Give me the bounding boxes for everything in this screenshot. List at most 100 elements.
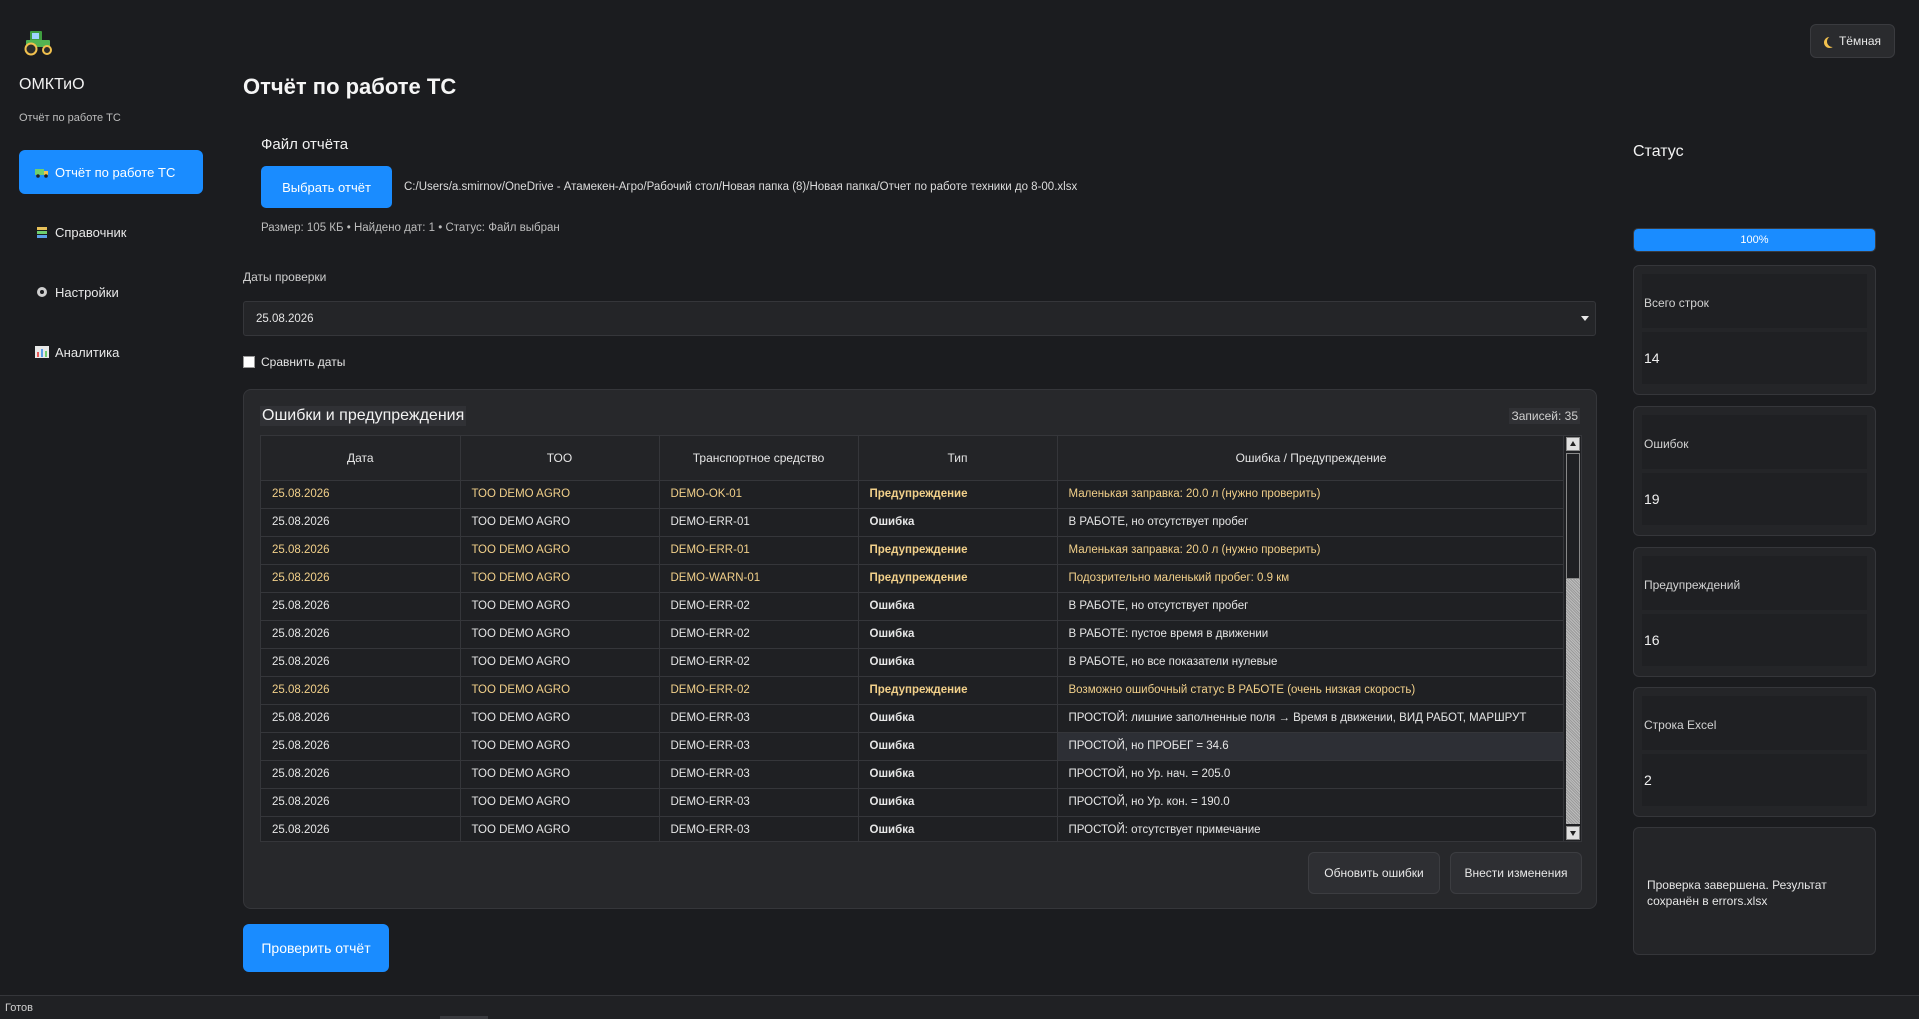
cell-message[interactable]: В РАБОТЕ: пустое время в движении: [1057, 620, 1566, 649]
cell-too[interactable]: ТОО DEMO AGRO: [460, 704, 660, 733]
column-header-date[interactable]: Дата: [261, 436, 461, 481]
table-row[interactable]: 25.08.2026 ТОО DEMO AGRO DEMO-WARN-01 Преду…: [261, 564, 1566, 593]
sidebar-item-directory[interactable]: Справочник: [19, 210, 203, 254]
cell-vehicle[interactable]: DEMO-ERR-03: [659, 704, 859, 733]
table-row[interactable]: 25.08.2026 ТОО DEMO AGRO DEMO-ERR-02 Ошибка…: [261, 620, 1566, 649]
apply-changes-button[interactable]: Внести изменения: [1450, 852, 1582, 894]
choose-report-button[interactable]: Выбрать отчёт: [261, 166, 392, 208]
cell-too[interactable]: ТОО DEMO AGRO: [460, 508, 660, 537]
sidebar-item-analytics[interactable]: Аналитика: [19, 330, 203, 374]
cell-type[interactable]: Ошибка: [858, 816, 1058, 841]
sidebar-item-label: Настройки: [55, 284, 119, 300]
cell-type[interactable]: Предупреждение: [858, 480, 1058, 509]
cell-message[interactable]: ПРОСТОЙ: отсутствует примечание: [1057, 816, 1566, 841]
cell-message[interactable]: ПРОСТОЙ: лишние заполненные поля → Время…: [1057, 704, 1566, 733]
cell-vehicle[interactable]: DEMO-WARN-01: [659, 564, 859, 593]
cell-date[interactable]: 25.08.2026: [261, 676, 461, 705]
cell-too[interactable]: ТОО DEMO AGRO: [460, 480, 660, 509]
table-row[interactable]: 25.08.2026 ТОО DEMO AGRO DEMO-ERR-03 Ошибка…: [261, 788, 1566, 817]
scroll-down-button[interactable]: [1566, 826, 1580, 840]
cell-vehicle[interactable]: DEMO-ERR-02: [659, 676, 859, 705]
table-row[interactable]: 25.08.2026 ТОО DEMO AGRO DEMO-ERR-03 Ошибка…: [261, 760, 1566, 789]
table-row[interactable]: 25.08.2026 ТОО DEMO AGRO DEMO-ERR-02 Ошибка…: [261, 592, 1566, 621]
table-row[interactable]: 25.08.2026 ТОО DEMO AGRO DEMO-ERR-01 Предуп…: [261, 536, 1566, 565]
cell-message[interactable]: ПРОСТОЙ, но ПРОБЕГ = 34.6: [1057, 732, 1566, 761]
cell-vehicle[interactable]: DEMO-ERR-02: [659, 648, 859, 677]
table-row[interactable]: 25.08.2026 ТОО DEMO AGRO DEMO-ERR-03 Ошибка…: [261, 704, 1566, 733]
cell-too[interactable]: ТОО DEMO AGRO: [460, 620, 660, 649]
cell-too[interactable]: ТОО DEMO AGRO: [460, 816, 660, 841]
cell-vehicle[interactable]: DEMO-ERR-01: [659, 536, 859, 565]
cell-too[interactable]: ТОО DEMO AGRO: [460, 536, 660, 565]
table-row[interactable]: 25.08.2026 ТОО DEMO AGRO DEMO-ERR-03 Ошибка…: [261, 732, 1566, 761]
cell-type[interactable]: Предупреждение: [858, 676, 1058, 705]
column-header-message[interactable]: Ошибка / Предупреждение: [1057, 436, 1566, 481]
cell-date[interactable]: 25.08.2026: [261, 620, 461, 649]
cell-date[interactable]: 25.08.2026: [261, 508, 461, 537]
table-row[interactable]: 25.08.2026 ТОО DEMO AGRO DEMO-ERR-02 Ошибка…: [261, 648, 1566, 677]
cell-message[interactable]: В РАБОТЕ, но отсутствует пробег: [1057, 508, 1566, 537]
cell-vehicle[interactable]: DEMO-ERR-03: [659, 788, 859, 817]
cell-too[interactable]: ТОО DEMO AGRO: [460, 564, 660, 593]
column-header-too[interactable]: ТОО: [460, 436, 660, 481]
cell-date[interactable]: 25.08.2026: [261, 760, 461, 789]
scroll-thumb[interactable]: [1566, 453, 1580, 579]
cell-message[interactable]: Подозрительно маленький пробег: 0.9 км: [1057, 564, 1566, 593]
cell-vehicle[interactable]: DEMO-ERR-03: [659, 816, 859, 841]
cell-type[interactable]: Ошибка: [858, 704, 1058, 733]
sidebar-item-settings[interactable]: Настройки: [19, 270, 203, 314]
cell-too[interactable]: ТОО DEMO AGRO: [460, 788, 660, 817]
cell-type[interactable]: Предупреждение: [858, 536, 1058, 565]
column-header-type[interactable]: Тип: [858, 436, 1058, 481]
cell-vehicle[interactable]: DEMO-OK-01: [659, 480, 859, 509]
cell-message[interactable]: Маленькая заправка: 20.0 л (нужно провер…: [1057, 536, 1566, 565]
table-row[interactable]: 25.08.2026 ТОО DEMO AGRO DEMO-ERR-03 Ошибка…: [261, 816, 1566, 841]
cell-type[interactable]: Ошибка: [858, 732, 1058, 761]
table-scrollbar[interactable]: [1563, 436, 1581, 841]
column-header-vehicle[interactable]: Транспортное средство: [659, 436, 859, 481]
cell-type[interactable]: Предупреждение: [858, 564, 1058, 593]
cell-message[interactable]: ПРОСТОЙ, но Ур. кон. = 190.0: [1057, 788, 1566, 817]
checkbox[interactable]: [243, 356, 255, 368]
cell-too[interactable]: ТОО DEMO AGRO: [460, 732, 660, 761]
cell-date[interactable]: 25.08.2026: [261, 536, 461, 565]
cell-vehicle[interactable]: DEMO-ERR-01: [659, 508, 859, 537]
cell-vehicle[interactable]: DEMO-ERR-03: [659, 732, 859, 761]
cell-date[interactable]: 25.08.2026: [261, 732, 461, 761]
cell-vehicle[interactable]: DEMO-ERR-02: [659, 592, 859, 621]
cell-date[interactable]: 25.08.2026: [261, 480, 461, 509]
theme-toggle-button[interactable]: Тёмная: [1810, 24, 1895, 58]
sidebar-item-report[interactable]: Отчёт по работе ТС: [19, 150, 203, 194]
cell-date[interactable]: 25.08.2026: [261, 564, 461, 593]
cell-date[interactable]: 25.08.2026: [261, 704, 461, 733]
cell-type[interactable]: Ошибка: [858, 508, 1058, 537]
cell-message[interactable]: Маленькая заправка: 20.0 л (нужно провер…: [1057, 480, 1566, 509]
cell-too[interactable]: ТОО DEMO AGRO: [460, 676, 660, 705]
cell-type[interactable]: Ошибка: [858, 760, 1058, 789]
cell-message[interactable]: В РАБОТЕ, но все показатели нулевые: [1057, 648, 1566, 677]
check-report-button[interactable]: Проверить отчёт: [243, 924, 389, 972]
compare-dates-checkbox[interactable]: Сравнить даты: [243, 355, 345, 369]
cell-type[interactable]: Ошибка: [858, 788, 1058, 817]
table-row[interactable]: 25.08.2026 ТОО DEMO AGRO DEMO-ERR-02 Предуп…: [261, 676, 1566, 705]
cell-too[interactable]: ТОО DEMO AGRO: [460, 760, 660, 789]
date-select[interactable]: 25.08.2026: [243, 301, 1596, 336]
cell-message[interactable]: В РАБОТЕ, но отсутствует пробег: [1057, 592, 1566, 621]
cell-type[interactable]: Ошибка: [858, 648, 1058, 677]
cell-message[interactable]: ПРОСТОЙ, но Ур. нач. = 205.0: [1057, 760, 1566, 789]
cell-type[interactable]: Ошибка: [858, 620, 1058, 649]
scroll-up-button[interactable]: [1566, 437, 1580, 451]
cell-too[interactable]: ТОО DEMO AGRO: [460, 648, 660, 677]
cell-date[interactable]: 25.08.2026: [261, 788, 461, 817]
table-row[interactable]: 25.08.2026 ТОО DEMO AGRO DEMO-OK-01 Предупр…: [261, 480, 1566, 509]
table-row[interactable]: 25.08.2026 ТОО DEMO AGRO DEMO-ERR-01 Ошибка…: [261, 508, 1566, 537]
cell-message[interactable]: Возможно ошибочный статус В РАБОТЕ (очен…: [1057, 676, 1566, 705]
cell-date[interactable]: 25.08.2026: [261, 648, 461, 677]
cell-type[interactable]: Ошибка: [858, 592, 1058, 621]
cell-too[interactable]: ТОО DEMO AGRO: [460, 592, 660, 621]
cell-date[interactable]: 25.08.2026: [261, 816, 461, 841]
refresh-errors-button[interactable]: Обновить ошибки: [1308, 852, 1440, 894]
cell-date[interactable]: 25.08.2026: [261, 592, 461, 621]
cell-vehicle[interactable]: DEMO-ERR-03: [659, 760, 859, 789]
cell-vehicle[interactable]: DEMO-ERR-02: [659, 620, 859, 649]
